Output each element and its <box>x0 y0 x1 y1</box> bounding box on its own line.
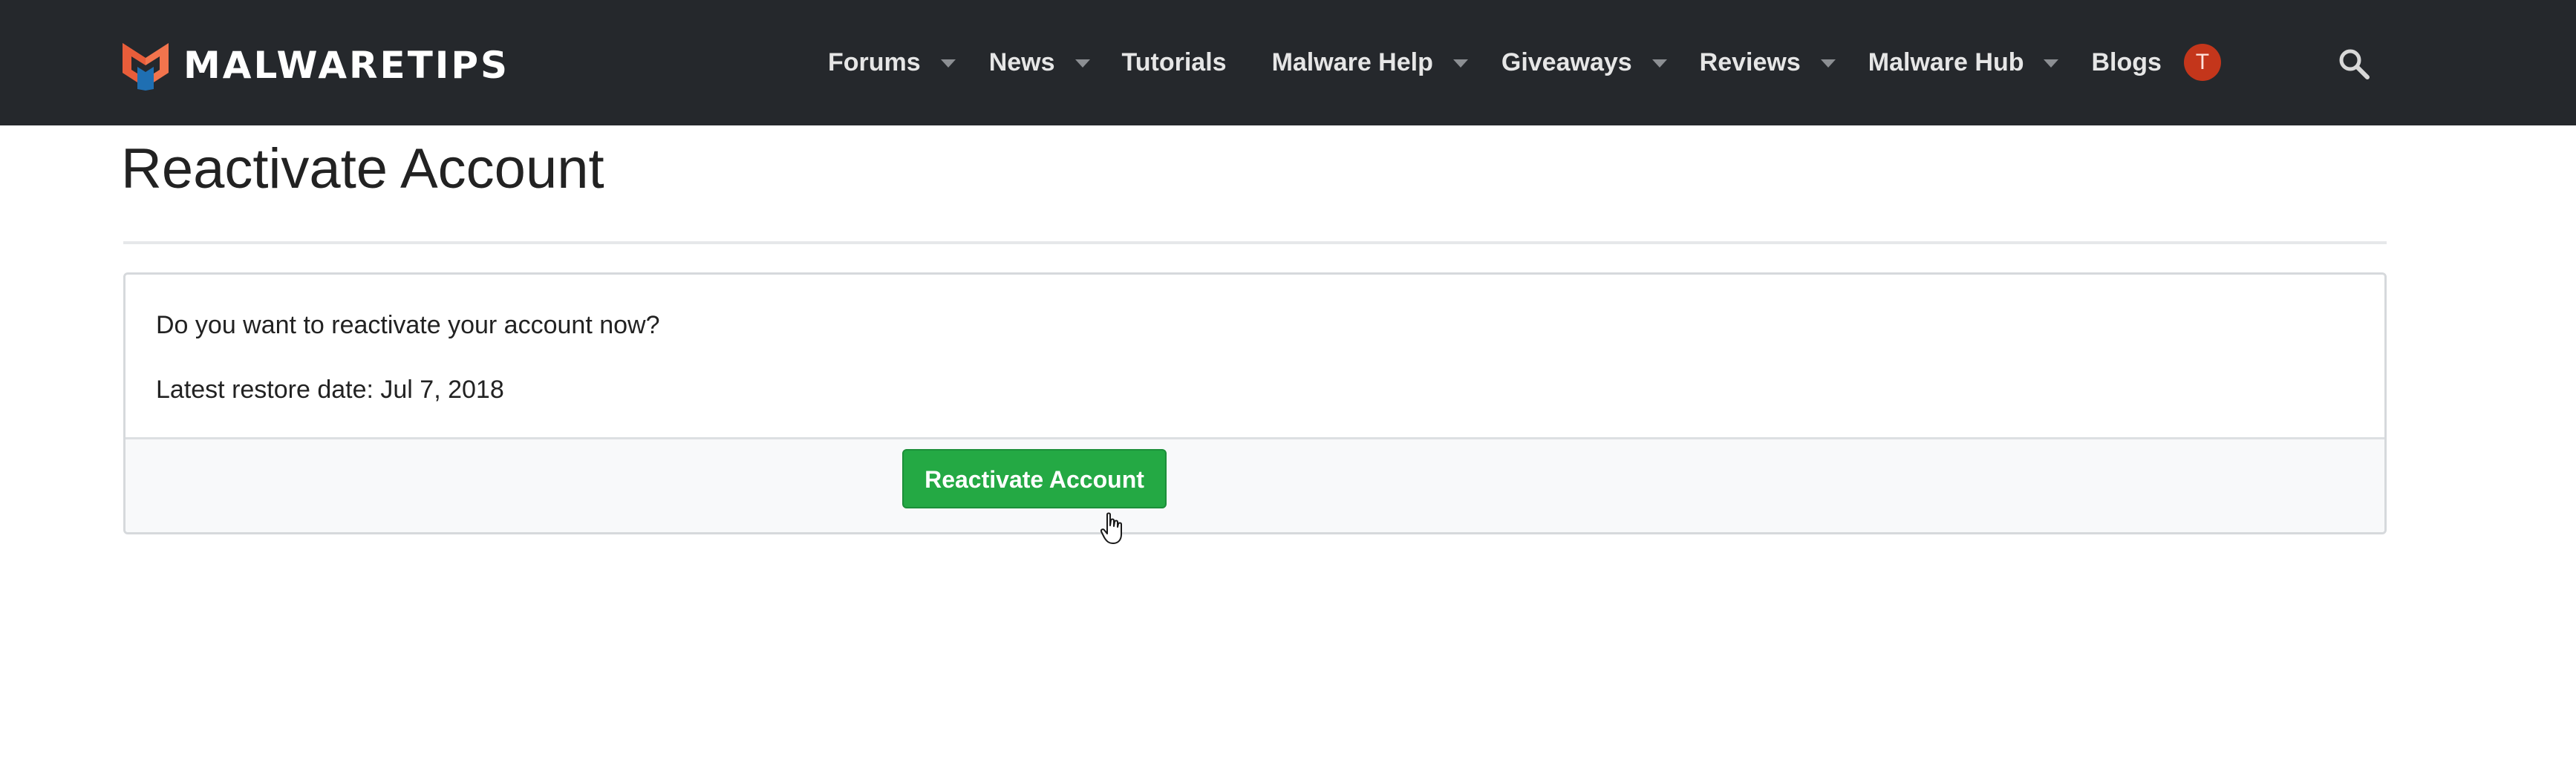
page-title: Reactivate Account <box>121 137 604 200</box>
nav-item-label: Forums <box>828 48 921 76</box>
nav-item-news[interactable]: News <box>989 33 1090 92</box>
caret-down-icon[interactable] <box>940 59 956 68</box>
nav-item-label: Blogs <box>2091 48 2162 76</box>
nav-item-tutorials[interactable]: Tutorials <box>1122 33 1227 92</box>
nav-item-malware-help[interactable]: Malware Help <box>1272 33 1468 92</box>
main-nav: Forums News Tutorials Malware Help Givea… <box>828 33 2221 92</box>
site-logo[interactable]: MALWARETIPS <box>121 40 509 91</box>
search-button[interactable] <box>2338 48 2370 80</box>
nav-item-label: Giveaways <box>1501 48 1632 76</box>
nav-item-malware-hub[interactable]: Malware Hub <box>1868 33 2059 92</box>
reactivate-account-block: Do you want to reactivate your account n… <box>123 272 2387 534</box>
latest-restore-date-text: Latest restore date: Jul 7, 2018 <box>156 376 504 404</box>
reactivate-account-button[interactable]: Reactivate Account <box>902 449 1167 508</box>
malwaretips-shield-logo-icon <box>123 43 169 91</box>
nav-item-forums[interactable]: Forums <box>828 33 956 92</box>
nav-item-blogs[interactable]: Blogs <box>2091 33 2161 92</box>
caret-down-icon[interactable] <box>1075 59 1090 68</box>
nav-item-label: Malware Help <box>1271 48 1433 76</box>
nav-item-giveaways[interactable]: Giveaways <box>1501 33 1667 92</box>
block-footer: Reactivate Account <box>125 439 2384 532</box>
search-icon <box>2339 49 2370 79</box>
nav-item-label: Malware Hub <box>1868 48 2024 76</box>
block-body: Do you want to reactivate your account n… <box>125 275 2384 439</box>
caret-down-icon[interactable] <box>1452 59 1468 68</box>
top-navigation-bar: MALWARETIPS Forums News Tutorials Malwar… <box>0 0 2576 125</box>
caret-down-icon[interactable] <box>1820 59 1836 68</box>
hand-pointer-cursor-icon <box>1100 512 1122 544</box>
nav-item-reviews[interactable]: Reviews <box>1700 33 1836 92</box>
caret-down-icon[interactable] <box>1651 59 1667 68</box>
title-divider <box>123 241 2387 244</box>
user-avatar[interactable]: T <box>2183 44 2221 81</box>
site-logo-text: MALWARETIPS <box>183 44 510 87</box>
nav-item-label: News <box>988 48 1055 76</box>
caret-down-icon[interactable] <box>2044 59 2059 68</box>
nav-item-label: Reviews <box>1699 48 1801 76</box>
reactivate-question-text: Do you want to reactivate your account n… <box>156 311 660 339</box>
nav-item-label: Tutorials <box>1121 48 1227 76</box>
